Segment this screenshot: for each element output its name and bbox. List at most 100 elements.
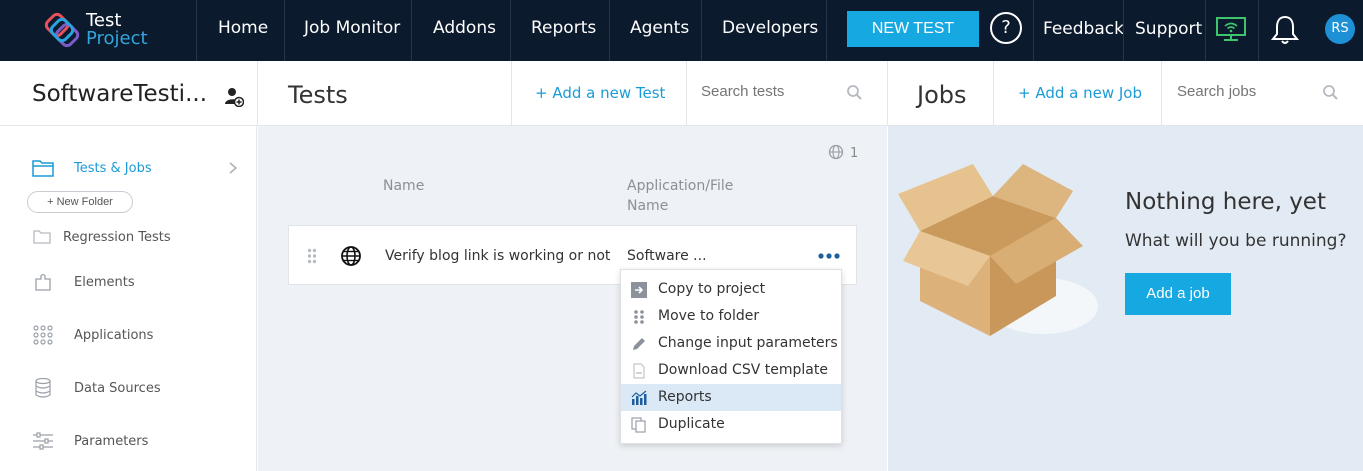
sliders-icon xyxy=(33,432,53,450)
nav-divider xyxy=(609,0,610,61)
tests-title: Tests xyxy=(288,81,348,109)
header-divider xyxy=(887,61,888,126)
user-avatar[interactable]: RS xyxy=(1325,14,1355,44)
applications-grid-icon xyxy=(33,325,53,345)
menu-item-label: Change input parameters xyxy=(658,335,838,351)
nav-reports[interactable]: Reports xyxy=(531,0,596,61)
folder-icon xyxy=(32,160,54,177)
search-jobs-input[interactable] xyxy=(1177,83,1317,100)
column-header-application-line1: Application/File xyxy=(627,178,734,194)
logo-line-project: Project xyxy=(86,28,148,49)
web-tests-count: 1 xyxy=(828,144,858,161)
support-link[interactable]: Support xyxy=(1135,0,1202,61)
sidebar-item-label: Data Sources xyxy=(74,381,161,396)
sidebar-item-label: Parameters xyxy=(74,434,149,449)
nav-divider xyxy=(1123,0,1124,61)
notifications-bell-icon[interactable] xyxy=(1270,14,1300,46)
menu-item-move-to-folder[interactable]: Move to folder xyxy=(621,303,841,330)
add-new-job-link[interactable]: + Add a new Job xyxy=(1018,84,1142,102)
header-divider xyxy=(993,61,994,126)
empty-box-illustration xyxy=(898,164,1098,336)
column-header-name: Name xyxy=(383,178,425,194)
search-icon[interactable] xyxy=(846,84,863,101)
test-context-menu: Copy to project Move to folder Change in… xyxy=(620,269,842,444)
more-options-icon[interactable] xyxy=(817,245,841,267)
header-divider xyxy=(511,61,512,126)
page-header-row: SoftwareTesti... Tests + Add a new Test … xyxy=(0,61,1363,126)
logo-text[interactable]: Test Project xyxy=(86,12,148,48)
menu-item-label: Copy to project xyxy=(658,281,766,297)
menu-item-download-csv-template[interactable]: Download CSV template xyxy=(621,357,841,384)
menu-item-duplicate[interactable]: Duplicate xyxy=(621,411,841,438)
chevron-right-icon[interactable] xyxy=(228,162,238,174)
web-globe-icon xyxy=(341,246,361,266)
tests-panel: 1 Name Application/File Name Verify blog… xyxy=(258,126,887,471)
pencil-icon xyxy=(633,338,645,350)
test-name[interactable]: Verify blog link is working or not xyxy=(385,248,610,264)
add-user-icon[interactable] xyxy=(224,87,244,107)
empty-state-title: Nothing here, yet xyxy=(1125,189,1326,215)
menu-item-change-input-parameters[interactable]: Change input parameters xyxy=(621,330,841,357)
nav-agents[interactable]: Agents xyxy=(630,0,689,61)
search-icon[interactable] xyxy=(1322,84,1339,101)
agent-monitor-icon[interactable] xyxy=(1215,16,1247,42)
menu-item-copy-to-project[interactable]: Copy to project xyxy=(621,276,841,303)
nav-divider xyxy=(1205,0,1206,61)
nav-divider xyxy=(701,0,702,61)
sidebar-item-label: Regression Tests xyxy=(63,230,171,245)
csv-file-icon xyxy=(633,363,645,379)
nav-divider xyxy=(1258,0,1259,61)
header-divider xyxy=(686,61,687,126)
search-tests-input[interactable] xyxy=(701,83,841,100)
sidebar-item-label: Elements xyxy=(74,275,135,290)
new-test-button[interactable]: NEW TEST xyxy=(847,11,979,47)
menu-item-label: Download CSV template xyxy=(658,362,828,378)
move-icon xyxy=(634,310,644,324)
reports-chart-icon xyxy=(631,390,647,405)
drag-handle-icon[interactable] xyxy=(307,248,317,264)
menu-item-label: Duplicate xyxy=(658,416,725,432)
help-icon[interactable]: ? xyxy=(990,12,1022,44)
add-new-test-link[interactable]: + Add a new Test xyxy=(535,84,665,102)
nav-home[interactable]: Home xyxy=(218,0,268,61)
nav-job-monitor[interactable]: Job Monitor xyxy=(304,0,400,61)
empty-state-subtitle: What will you be running? xyxy=(1125,231,1347,251)
sidebar-item-tests-jobs[interactable]: Tests & Jobs xyxy=(0,154,257,184)
nav-divider xyxy=(196,0,197,61)
sidebar-item-data-sources[interactable]: Data Sources xyxy=(0,374,257,404)
nav-divider xyxy=(826,0,827,61)
jobs-panel: Nothing here, yet What will you be runni… xyxy=(888,126,1363,471)
sidebar-item-label: Applications xyxy=(74,328,154,343)
nav-divider xyxy=(284,0,285,61)
folder-icon xyxy=(33,230,51,244)
top-navigation-bar: Test Project Home Job Monitor Addons Rep… xyxy=(0,0,1363,61)
nav-divider xyxy=(1033,0,1034,61)
column-header-application: Application/File Name xyxy=(627,176,733,216)
sidebar-item-applications[interactable]: Applications xyxy=(0,321,257,351)
nav-developers[interactable]: Developers xyxy=(722,0,818,61)
sidebar-item-parameters[interactable]: Parameters xyxy=(0,427,257,457)
test-application: Software ... xyxy=(627,248,707,264)
testproject-logo-icon[interactable] xyxy=(42,10,82,50)
sidebar-folder-regression-tests[interactable]: Regression Tests xyxy=(0,223,257,253)
sidebar-item-label: Tests & Jobs xyxy=(74,161,152,176)
nav-addons[interactable]: Addons xyxy=(433,0,496,61)
copy-to-project-icon xyxy=(631,282,647,298)
menu-item-label: Move to folder xyxy=(658,308,760,324)
menu-item-reports[interactable]: Reports xyxy=(621,384,841,411)
add-job-button[interactable]: Add a job xyxy=(1125,273,1231,315)
database-icon xyxy=(35,378,51,398)
elements-icon xyxy=(35,273,51,291)
menu-item-label: Reports xyxy=(658,389,712,405)
web-tests-count-value: 1 xyxy=(850,146,859,161)
new-folder-button[interactable]: + New Folder xyxy=(27,191,133,213)
jobs-title: Jobs xyxy=(917,81,967,109)
sidebar-item-elements[interactable]: Elements xyxy=(0,268,257,298)
globe-icon xyxy=(828,144,844,160)
sidebar: Tests & Jobs + New Folder Regression Tes… xyxy=(0,126,257,471)
column-header-application-line2: Name xyxy=(627,198,669,214)
duplicate-icon xyxy=(631,417,646,433)
feedback-link[interactable]: Feedback xyxy=(1043,0,1124,61)
nav-divider xyxy=(411,0,412,61)
project-name[interactable]: SoftwareTesti... xyxy=(32,81,212,107)
